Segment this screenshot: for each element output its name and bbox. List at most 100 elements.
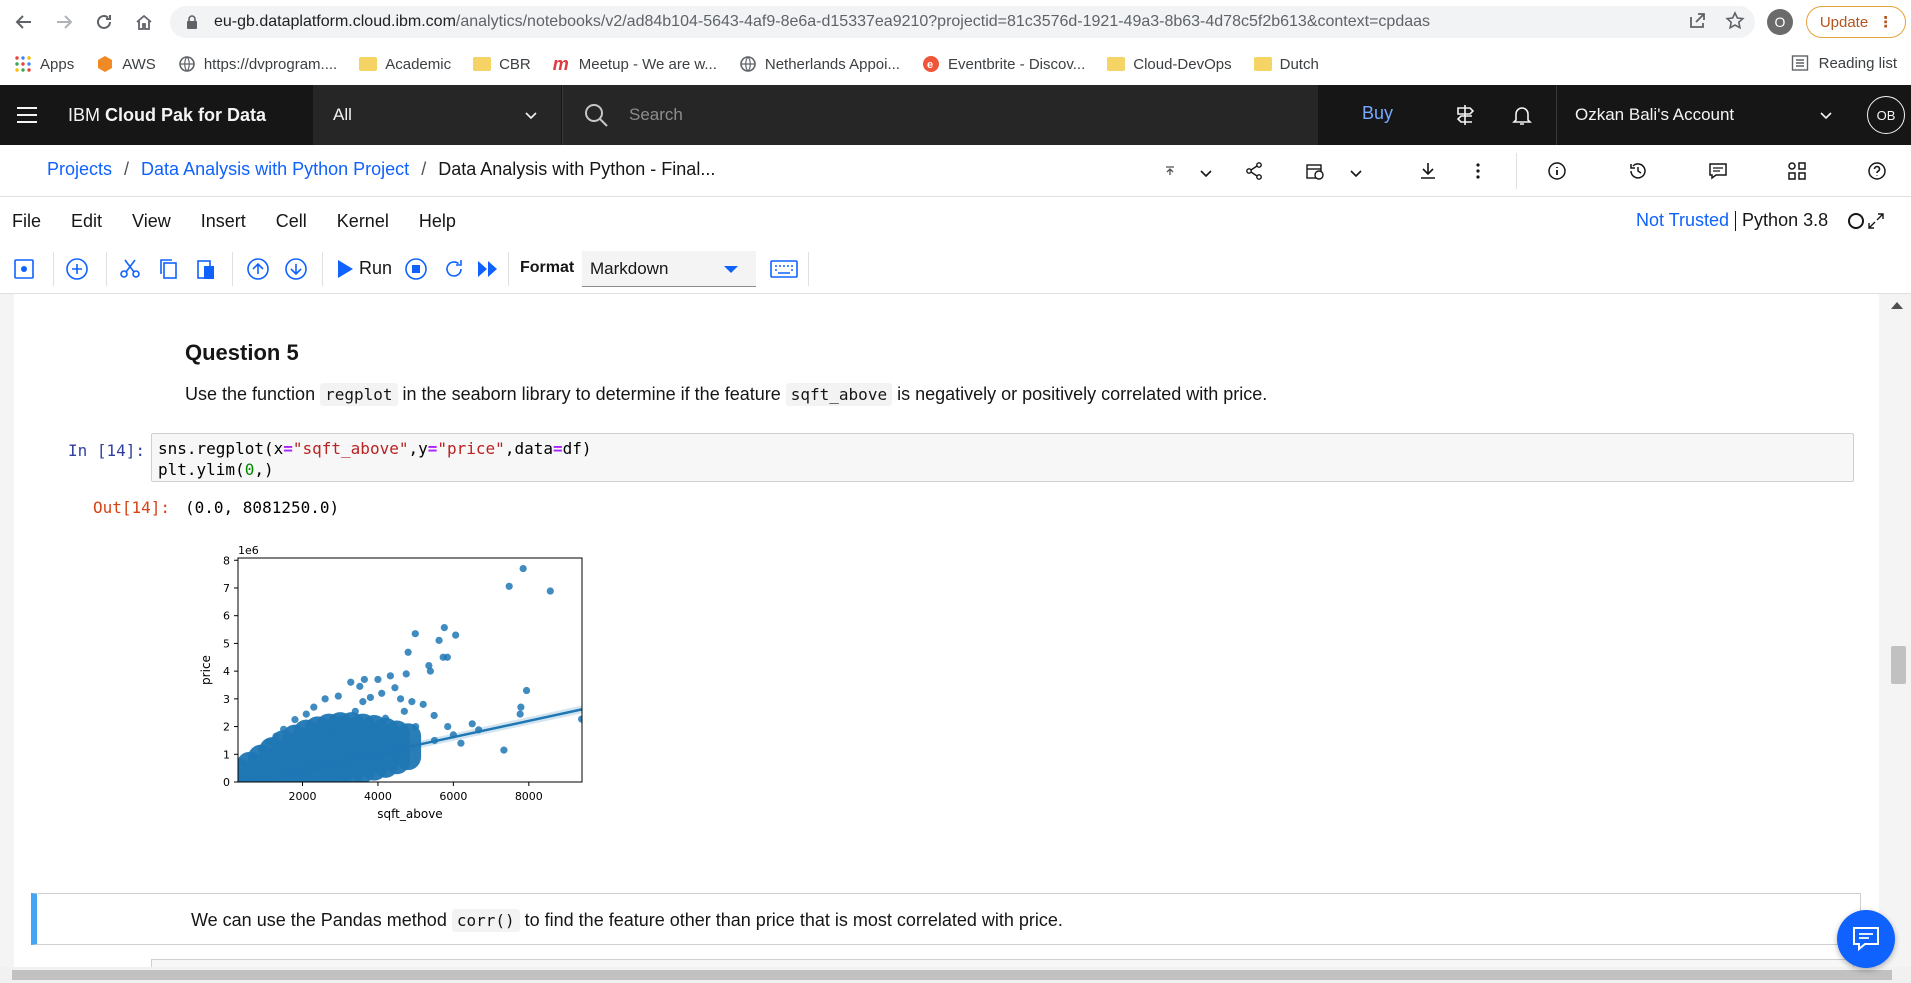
keyboard-shortcuts-icon[interactable] xyxy=(770,257,798,281)
pin-icon[interactable] xyxy=(1164,165,1176,177)
menu-insert[interactable]: Insert xyxy=(201,211,246,232)
search-icon xyxy=(585,104,608,127)
menu-file[interactable]: File xyxy=(12,211,41,232)
trust-status[interactable]: Not Trusted xyxy=(1636,210,1729,231)
horizontal-scroll-thumb[interactable] xyxy=(12,970,1892,980)
account-switcher[interactable]: Ozkan Bali's Account xyxy=(1556,85,1856,145)
move-down-icon[interactable] xyxy=(284,257,308,281)
folder-icon xyxy=(1107,57,1126,71)
reload-icon[interactable] xyxy=(86,4,122,40)
y-tick-label: 0 xyxy=(223,776,230,789)
run-icon[interactable] xyxy=(333,257,357,281)
save-icon[interactable] xyxy=(12,257,36,281)
bookmark-aws[interactable]: AWS xyxy=(96,55,156,73)
bookmark-dutch[interactable]: Dutch xyxy=(1253,56,1319,73)
cut-icon[interactable] xyxy=(118,257,142,281)
data-point xyxy=(452,631,460,639)
data-point xyxy=(411,630,419,638)
stop-icon[interactable] xyxy=(404,257,428,281)
menu-icon[interactable] xyxy=(0,85,54,145)
home-icon[interactable] xyxy=(126,4,162,40)
vertical-scroll-thumb[interactable] xyxy=(1891,646,1906,684)
user-avatar[interactable]: OB xyxy=(1867,96,1905,134)
comments-icon[interactable] xyxy=(1708,161,1728,181)
menu-view[interactable]: View xyxy=(132,211,171,232)
bookmark-apps[interactable]: Apps xyxy=(14,55,74,73)
schedule-job-icon[interactable] xyxy=(1305,161,1325,181)
y-tick-label: 1 xyxy=(223,748,230,761)
chevron-down-icon[interactable] xyxy=(1348,165,1364,181)
data-point xyxy=(381,714,390,722)
add-cell-icon[interactable] xyxy=(65,257,89,281)
paste-icon[interactable] xyxy=(194,257,218,281)
bookmark-eventbrite[interactable]: e Eventbrite - Discov... xyxy=(922,55,1085,73)
bookmark-star-icon[interactable] xyxy=(1725,11,1745,31)
bookmark-netherlands[interactable]: Netherlands Appoi... xyxy=(739,55,900,73)
run-all-icon[interactable] xyxy=(476,257,500,281)
bookmarks-bar: Apps AWS https://dvprogram.... Academic … xyxy=(0,44,1911,84)
chat-button[interactable] xyxy=(1837,910,1895,968)
notebook-page: Question 5 Use the function regplot in t… xyxy=(14,294,1879,967)
data-point xyxy=(334,692,342,700)
breadcrumb-project[interactable]: Data Analysis with Python Project xyxy=(141,159,409,180)
help-icon[interactable] xyxy=(1867,161,1887,181)
bookmark-cloud-devops[interactable]: Cloud-DevOps xyxy=(1107,56,1232,73)
signpost-icon[interactable] xyxy=(1453,103,1477,127)
notification-bell-icon[interactable] xyxy=(1510,103,1534,127)
address-bar[interactable]: eu-gb.dataplatform.cloud.ibm.com/analyti… xyxy=(170,6,1755,38)
buy-link[interactable]: Buy xyxy=(1362,103,1393,124)
horizontal-scrollbar[interactable] xyxy=(0,967,1911,983)
version-history-icon[interactable] xyxy=(1628,161,1648,181)
markdown-cell[interactable]: We can use the Pandas method corr() to f… xyxy=(31,893,1861,945)
overflow-menu-icon[interactable] xyxy=(1475,161,1481,181)
next-code-cell[interactable] xyxy=(151,959,1854,967)
information-icon[interactable] xyxy=(1547,161,1567,181)
data-point xyxy=(443,653,451,661)
share-icon[interactable] xyxy=(1687,11,1707,31)
data-point xyxy=(457,739,465,747)
chevron-down-icon[interactable] xyxy=(1198,165,1214,181)
product-name[interactable]: IBM Cloud Pak for Data xyxy=(54,105,292,126)
reading-list-button[interactable]: Reading list xyxy=(1791,54,1897,72)
toolbar-separator xyxy=(322,252,323,286)
search-input[interactable]: Search xyxy=(562,85,1318,145)
back-arrow-icon[interactable] xyxy=(6,4,42,40)
meetup-icon: m xyxy=(552,54,569,74)
data-point xyxy=(444,722,452,731)
browser-profile-avatar[interactable]: O xyxy=(1767,9,1793,35)
menu-cell[interactable]: Cell xyxy=(276,211,307,232)
cell-format-select[interactable]: Markdown xyxy=(582,251,756,287)
share-icon[interactable] xyxy=(1244,161,1264,181)
copy-icon[interactable] xyxy=(157,257,181,281)
x-tick-label: 6000 xyxy=(439,790,467,803)
breadcrumb-separator: / xyxy=(124,159,130,179)
download-icon[interactable] xyxy=(1418,161,1438,181)
folder-icon xyxy=(473,57,492,71)
menu-edit[interactable]: Edit xyxy=(71,211,102,232)
scope-dropdown[interactable]: All xyxy=(313,85,561,145)
restart-icon[interactable] xyxy=(442,257,466,281)
move-up-icon[interactable] xyxy=(246,257,270,281)
bookmark-cbr[interactable]: CBR xyxy=(473,56,531,73)
expand-icon[interactable] xyxy=(1866,211,1886,231)
bookmark-meetup[interactable]: m Meetup - We are w... xyxy=(553,55,717,73)
bookmark-academic[interactable]: Academic xyxy=(359,56,451,73)
bookmark-dvprogram[interactable]: https://dvprogram.... xyxy=(178,55,337,73)
lock-icon xyxy=(187,15,197,29)
data-point xyxy=(378,689,386,697)
caret-down-icon xyxy=(724,266,738,273)
scroll-up-arrow-icon[interactable] xyxy=(1891,302,1903,309)
menu-kernel[interactable]: Kernel xyxy=(337,211,389,232)
globe-icon xyxy=(740,56,756,72)
forward-arrow-icon[interactable] xyxy=(46,4,82,40)
kernel-name[interactable]: Python 3.8 xyxy=(1742,210,1828,231)
menu-help[interactable]: Help xyxy=(419,211,456,232)
code-cell-editor[interactable]: sns.regplot(x="sqft_above",y="price",dat… xyxy=(151,433,1854,482)
run-button[interactable]: Run xyxy=(359,258,392,279)
breadcrumb-projects[interactable]: Projects xyxy=(47,159,112,180)
vertical-scrollbar[interactable] xyxy=(1887,294,1911,967)
code-snippets-icon[interactable] xyxy=(1787,161,1807,181)
y-tick-label: 3 xyxy=(223,693,230,706)
update-button[interactable]: Update ⋮ xyxy=(1806,6,1906,38)
reading-list-icon xyxy=(1791,55,1808,71)
